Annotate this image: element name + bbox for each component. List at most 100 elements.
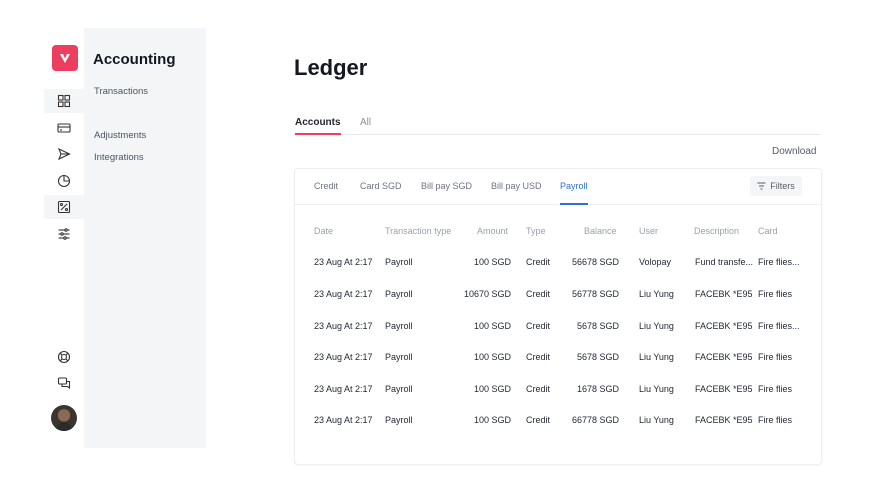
col-header-user: User: [639, 226, 659, 236]
cell-balance: 1678 SGD: [576, 384, 619, 394]
cell-transaction-type: Payroll: [385, 257, 413, 267]
cell-date: 23 Aug At 2:17: [314, 257, 373, 267]
subtab-payroll[interactable]: Payroll: [560, 181, 588, 205]
ledger-card: Credit Card SGD Bill pay SGD Bill pay US…: [294, 168, 822, 465]
col-header-type: Type: [526, 226, 546, 236]
subtab-credit[interactable]: Credit: [314, 181, 338, 191]
cell-card: Fire flies...: [758, 257, 800, 267]
cell-card: Fire flies: [758, 384, 793, 394]
cell-type: Credit: [526, 384, 551, 394]
accounting-submenu: Accounting Transactions Adjustments Inte…: [84, 28, 206, 448]
cell-balance: 66778 SGD: [571, 415, 619, 425]
rail-chat[interactable]: [44, 371, 84, 395]
cell-balance: 56778 SGD: [571, 289, 619, 299]
col-header-transaction-type: Transaction type: [385, 226, 452, 236]
cell-user: Liu Yung: [639, 415, 674, 425]
table-row[interactable]: 23 Aug At 2:17 Payroll 100 SGD Credit 56…: [295, 317, 821, 337]
account-sub-tabs: Credit Card SGD Bill pay SGD Bill pay US…: [295, 169, 821, 205]
cell-amount: 100 SGD: [473, 352, 511, 362]
sliders-icon: [58, 228, 70, 240]
rail-analytics[interactable]: [44, 169, 84, 193]
cell-user: Liu Yung: [639, 289, 674, 299]
cell-user: Volopay: [639, 257, 672, 267]
cell-type: Credit: [526, 257, 551, 267]
cell-card: Fire flies: [758, 289, 793, 299]
cell-description: FACEBK *E95: [695, 352, 753, 362]
filters-label: Filters: [770, 181, 795, 191]
rail-dashboard[interactable]: [44, 89, 84, 113]
subtab-bill-pay-sgd[interactable]: Bill pay SGD: [421, 181, 472, 191]
tab-accounts[interactable]: Accounts: [295, 117, 341, 135]
rail-help[interactable]: [44, 345, 84, 369]
logo-v-icon: [60, 54, 70, 63]
table-row[interactable]: 23 Aug At 2:17 Payroll 100 SGD Credit 16…: [295, 380, 821, 400]
subtab-card-sgd[interactable]: Card SGD: [360, 181, 402, 191]
user-avatar[interactable]: [51, 405, 77, 431]
cell-transaction-type: Payroll: [385, 321, 413, 331]
cell-amount: 100 SGD: [473, 257, 511, 267]
col-header-date: Date: [314, 226, 334, 236]
cell-card: Fire flies...: [758, 321, 800, 331]
table-row[interactable]: 23 Aug At 2:17 Payroll 100 SGD Credit 56…: [295, 348, 821, 368]
col-header-description: Description: [694, 226, 740, 236]
chat-icon: [57, 377, 71, 390]
icon-rail: [44, 28, 84, 448]
cell-balance: 5678 SGD: [576, 321, 619, 331]
ledger-icon: [57, 200, 71, 214]
table-row[interactable]: 23 Aug At 2:17 Payroll 10670 SGD Credit …: [295, 285, 821, 305]
submenu-title: Accounting: [93, 51, 176, 68]
page-title: Ledger: [294, 55, 368, 80]
table-row[interactable]: 23 Aug At 2:17 Payroll 100 SGD Credit 56…: [295, 253, 821, 273]
cell-description: Fund transfe...: [695, 257, 754, 267]
cell-date: 23 Aug At 2:17: [314, 415, 373, 425]
cell-card: Fire flies: [758, 352, 793, 362]
cell-type: Credit: [526, 415, 551, 425]
rail-cards[interactable]: [44, 116, 84, 140]
cell-card: Fire flies: [758, 415, 793, 425]
card-icon: [57, 123, 71, 133]
cell-user: Liu Yung: [639, 321, 674, 331]
col-header-card: Card: [758, 226, 778, 236]
submenu-link-integrations[interactable]: Integrations: [94, 152, 144, 163]
cell-description: FACEBK *E95: [695, 415, 753, 425]
rail-send[interactable]: [44, 142, 84, 166]
rail-accounting[interactable]: [44, 195, 84, 219]
col-header-amount: Amount: [477, 226, 509, 236]
table-row[interactable]: 23 Aug At 2:17 Payroll 100 SGD Credit 66…: [295, 411, 821, 431]
dashboard-icon: [57, 94, 71, 108]
cell-user: Liu Yung: [639, 384, 674, 394]
cell-date: 23 Aug At 2:17: [314, 321, 373, 331]
cell-transaction-type: Payroll: [385, 289, 413, 299]
cell-balance: 56678 SGD: [571, 257, 619, 267]
cell-amount: 100 SGD: [473, 384, 511, 394]
subtab-bill-pay-usd[interactable]: Bill pay USD: [491, 181, 542, 191]
download-link[interactable]: Download: [772, 146, 816, 157]
app-logo[interactable]: [52, 45, 78, 71]
help-icon: [57, 350, 71, 364]
cell-date: 23 Aug At 2:17: [314, 352, 373, 362]
col-header-balance: Balance: [584, 226, 617, 236]
main-tabs: Accounts All: [294, 117, 821, 135]
filters-button[interactable]: Filters: [750, 176, 802, 196]
submenu-link-transactions[interactable]: Transactions: [94, 86, 148, 97]
tab-all[interactable]: All: [360, 117, 371, 128]
cell-amount: 100 SGD: [473, 321, 511, 331]
send-icon: [57, 147, 71, 161]
cell-type: Credit: [526, 352, 551, 362]
cell-type: Credit: [526, 289, 551, 299]
cell-type: Credit: [526, 321, 551, 331]
cell-user: Liu Yung: [639, 352, 674, 362]
submenu-link-adjustments[interactable]: Adjustments: [94, 130, 146, 141]
cell-date: 23 Aug At 2:17: [314, 289, 373, 299]
cell-description: FACEBK *E95: [695, 321, 753, 331]
cell-amount: 100 SGD: [473, 415, 511, 425]
cell-date: 23 Aug At 2:17: [314, 384, 373, 394]
cell-balance: 5678 SGD: [576, 352, 619, 362]
cell-amount: 10670 SGD: [463, 289, 511, 299]
cell-description: FACEBK *E95: [695, 384, 753, 394]
cell-transaction-type: Payroll: [385, 352, 413, 362]
rail-settings[interactable]: [44, 222, 84, 246]
filter-icon: [757, 182, 766, 190]
cell-transaction-type: Payroll: [385, 384, 413, 394]
pie-chart-icon: [57, 174, 71, 188]
